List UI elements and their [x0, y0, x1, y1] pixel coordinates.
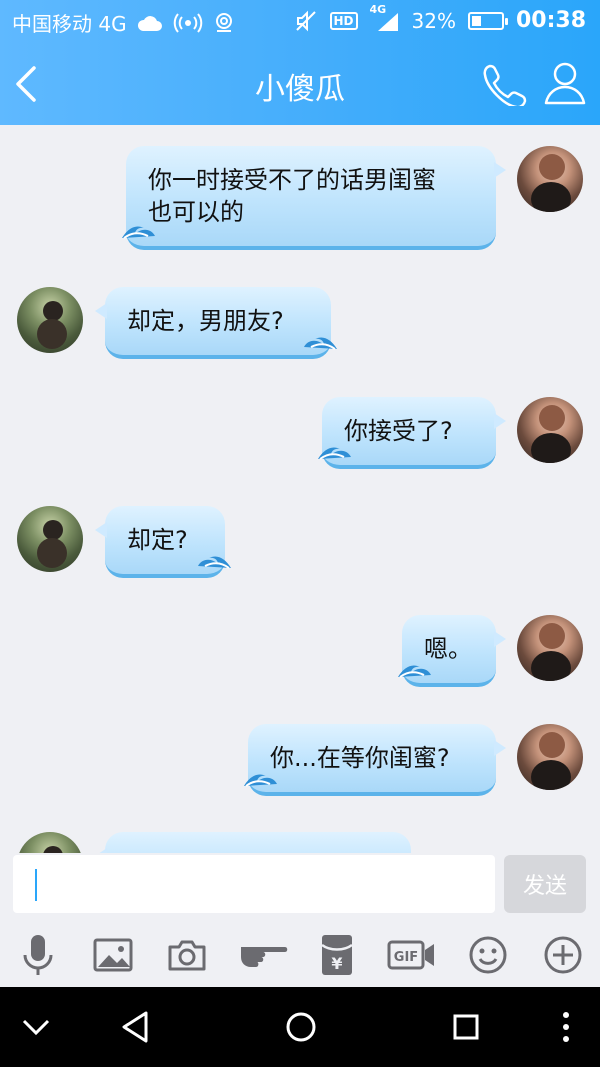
self-avatar[interactable]	[517, 397, 583, 463]
message-text: 你...在等你闺蜜?	[270, 744, 450, 772]
message-bubble[interactable]: 你接受了?	[318, 397, 506, 469]
nav-bar: 小傻瓜	[0, 42, 600, 125]
image-icon[interactable]	[89, 931, 137, 979]
message-input[interactable]	[13, 855, 495, 913]
friend-avatar[interactable]	[17, 506, 83, 572]
message-text: 却定?	[127, 526, 188, 554]
battery-fill	[471, 15, 481, 26]
input-bar: 发送	[0, 853, 600, 923]
chat-area[interactable]: 你一时接受不了的话男闺蜜 也可以的 却定，男朋友? 你接受了? 却定? 嗯。 你…	[0, 125, 600, 853]
wave-decoration-icon	[318, 447, 351, 460]
system-navigation-bar	[0, 987, 600, 1067]
message-bubble[interactable]: 嗯。	[398, 615, 506, 687]
signal-location-icon	[215, 12, 232, 32]
recents-square-icon[interactable]	[444, 1005, 488, 1049]
hotspot-icon	[173, 12, 202, 33]
friend-avatar[interactable]	[17, 832, 83, 853]
self-avatar[interactable]	[517, 146, 583, 212]
camera-icon[interactable]	[163, 931, 211, 979]
message-text: 你接受了?	[344, 417, 453, 445]
message-bubble[interactable]	[95, 832, 411, 853]
wave-decoration-icon	[398, 665, 431, 678]
message-text: 却定，男朋友?	[127, 307, 284, 335]
phone-call-button[interactable]	[480, 62, 530, 106]
message-text: 你一时接受不了的话男闺蜜 也可以的	[148, 166, 436, 226]
gif-label: GIF	[394, 950, 418, 965]
cell-signal-icon	[377, 12, 398, 31]
hd-badge: HD	[329, 11, 358, 30]
message-bubble[interactable]: 你一时接受不了的话男闺蜜 也可以的	[122, 146, 506, 250]
red-packet-icon[interactable]: ¥	[313, 931, 361, 979]
send-button[interactable]: 发送	[504, 855, 586, 913]
clock: 00:38	[515, 8, 586, 33]
message-bubble[interactable]: 你...在等你闺蜜?	[244, 724, 506, 796]
plus-icon[interactable]	[539, 931, 587, 979]
battery-icon	[467, 11, 508, 30]
back-triangle-icon[interactable]	[114, 1005, 158, 1049]
chevron-down-icon[interactable]	[14, 1005, 58, 1049]
wave-decoration-icon	[198, 556, 231, 569]
yuan-label: ¥	[331, 954, 342, 973]
status-bar: 中国移动 4G HD 4G 32% 00:38	[0, 0, 600, 42]
cloud-icon	[137, 15, 162, 31]
message-bubble[interactable]: 却定?	[95, 506, 231, 578]
header: 中国移动 4G HD 4G 32% 00:38 小傻瓜	[0, 0, 600, 125]
wave-decoration-icon	[122, 226, 155, 239]
wave-decoration-icon	[244, 774, 277, 787]
text-caret	[35, 869, 37, 901]
wave-decoration-icon	[304, 337, 337, 350]
message-bubble[interactable]: 却定，男朋友?	[95, 287, 337, 359]
profile-button[interactable]	[542, 60, 588, 106]
home-circle-icon[interactable]	[279, 1005, 323, 1049]
self-avatar[interactable]	[517, 724, 583, 790]
silent-icon	[295, 10, 316, 31]
signal-bars: 4G	[370, 3, 400, 33]
poke-hand-icon[interactable]	[238, 931, 290, 979]
battery-percent: 32%	[411, 8, 456, 33]
gif-icon[interactable]: GIF	[386, 931, 438, 979]
self-avatar[interactable]	[517, 615, 583, 681]
carrier-label: 中国移动 4G	[12, 12, 127, 36]
microphone-icon[interactable]	[14, 931, 62, 979]
emoji-icon[interactable]	[464, 931, 512, 979]
input-toolbar: ¥ GIF	[0, 923, 600, 987]
more-vertical-icon[interactable]	[544, 1005, 588, 1049]
friend-avatar[interactable]	[17, 287, 83, 353]
